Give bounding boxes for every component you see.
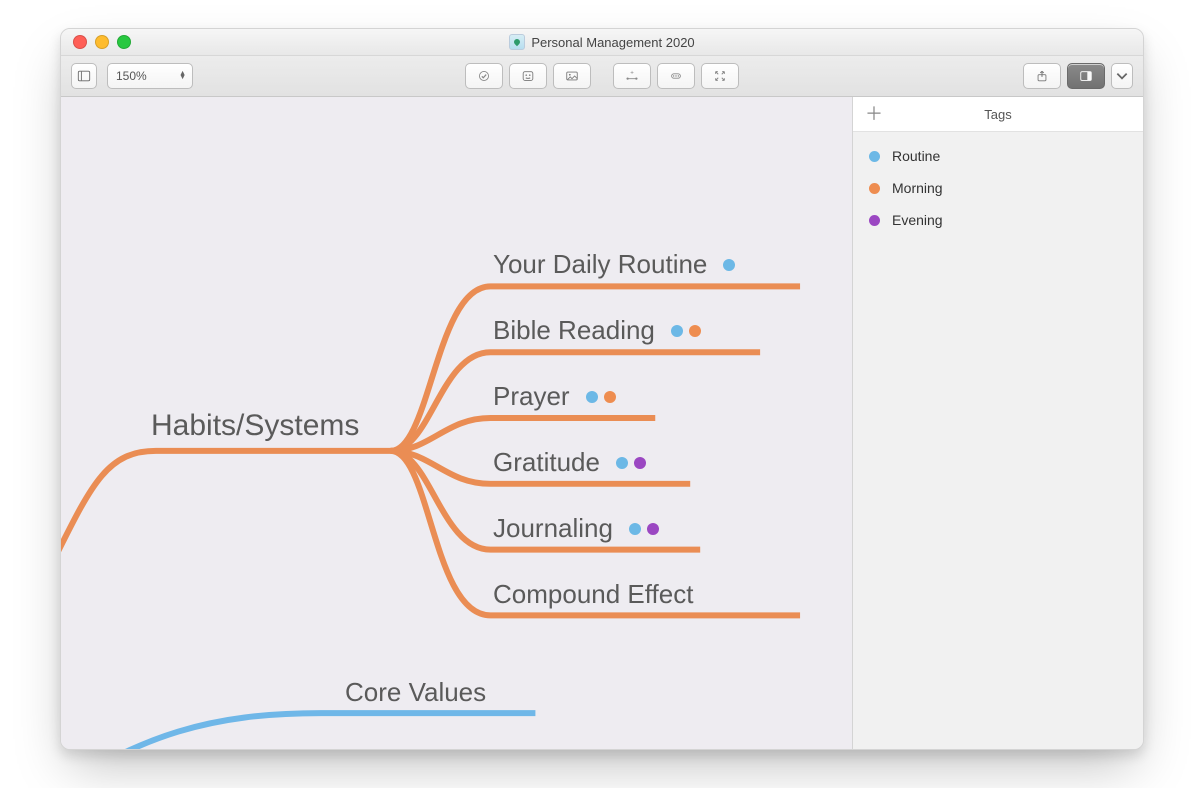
svg-text:+: + xyxy=(630,70,634,77)
node-label: Journaling xyxy=(493,513,613,544)
node-child[interactable]: Your Daily Routine xyxy=(493,249,735,280)
node-child[interactable]: Journaling xyxy=(493,513,659,544)
chevron-updown-icon: ▲▼ xyxy=(179,72,186,80)
tag-dot-routine xyxy=(629,523,641,535)
sticker-button[interactable] xyxy=(509,63,547,89)
share-button[interactable] xyxy=(1023,63,1061,89)
toolbar: 150% ▲▼ + xyxy=(61,56,1143,97)
tag-dot-evening xyxy=(869,215,880,226)
inspector-menu-button[interactable] xyxy=(1111,63,1133,89)
image-button[interactable] xyxy=(553,63,591,89)
checklist-button[interactable] xyxy=(465,63,503,89)
tag-dot-morning xyxy=(604,391,616,403)
node-label: Prayer xyxy=(493,381,570,412)
content-area: Habits/Systems Your Daily Routine Bible … xyxy=(61,97,1143,749)
node-child[interactable]: Prayer xyxy=(493,381,616,412)
tag-dot-evening xyxy=(647,523,659,535)
node-label: Your Daily Routine xyxy=(493,249,707,280)
tag-dot-routine xyxy=(616,457,628,469)
window-title-text: Personal Management 2020 xyxy=(531,35,694,50)
node-sibling[interactable]: Core Values xyxy=(345,677,486,708)
tag-dot-routine xyxy=(586,391,598,403)
tag-item-morning[interactable]: Morning xyxy=(855,172,1141,204)
toolbar-center: + xyxy=(465,63,739,89)
inspector-panel: ＋ Tags Routine Morning Evening xyxy=(852,97,1143,749)
window-title: Personal Management 2020 xyxy=(509,34,694,50)
panel-title: Tags xyxy=(984,107,1011,122)
tag-dot-routine xyxy=(869,151,880,162)
zoom-value: 150% xyxy=(116,69,147,83)
tag-label: Morning xyxy=(892,180,943,196)
node-tags xyxy=(723,259,735,271)
collapse-button[interactable] xyxy=(701,63,739,89)
tag-dot-morning xyxy=(869,183,880,194)
close-icon[interactable] xyxy=(73,35,87,49)
zoom-icon[interactable] xyxy=(117,35,131,49)
node-tags xyxy=(616,457,646,469)
tag-label: Evening xyxy=(892,212,943,228)
node-tags xyxy=(671,325,701,337)
traffic-lights xyxy=(73,35,131,49)
node-tags xyxy=(629,523,659,535)
node-label: Bible Reading xyxy=(493,315,655,346)
tag-item-routine[interactable]: Routine xyxy=(855,140,1141,172)
outline-toggle-button[interactable] xyxy=(71,63,97,89)
tag-dot-morning xyxy=(689,325,701,337)
node-child[interactable]: Bible Reading xyxy=(493,315,701,346)
tag-item-evening[interactable]: Evening xyxy=(855,204,1141,236)
tag-dot-routine xyxy=(723,259,735,271)
add-tag-button[interactable]: ＋ xyxy=(865,105,883,123)
node-label: Compound Effect xyxy=(493,579,693,610)
inspector-toggle-button[interactable] xyxy=(1067,63,1105,89)
node-label: Core Values xyxy=(345,677,486,708)
node-child[interactable]: Gratitude xyxy=(493,447,646,478)
node-root[interactable]: Habits/Systems xyxy=(151,409,359,443)
tag-dot-routine xyxy=(671,325,683,337)
zoom-select[interactable]: 150% ▲▼ xyxy=(107,63,193,89)
node-root-label: Habits/Systems xyxy=(151,409,359,443)
app-window: Personal Management 2020 150% ▲▼ xyxy=(60,28,1144,750)
minimize-icon[interactable] xyxy=(95,35,109,49)
node-tags xyxy=(586,391,616,403)
node-child[interactable]: Compound Effect xyxy=(493,579,693,610)
panel-header: ＋ Tags xyxy=(853,97,1143,132)
titlebar[interactable]: Personal Management 2020 xyxy=(61,29,1143,56)
mindmap-canvas[interactable]: Habits/Systems Your Daily Routine Bible … xyxy=(61,97,852,749)
tag-list: Routine Morning Evening xyxy=(853,132,1143,244)
relationship-button[interactable]: + xyxy=(613,63,651,89)
node-label: Gratitude xyxy=(493,447,600,478)
tag-dot-evening xyxy=(634,457,646,469)
boundary-button[interactable] xyxy=(657,63,695,89)
toolbar-right xyxy=(1023,63,1133,89)
tag-label: Routine xyxy=(892,148,940,164)
app-icon xyxy=(509,34,525,50)
